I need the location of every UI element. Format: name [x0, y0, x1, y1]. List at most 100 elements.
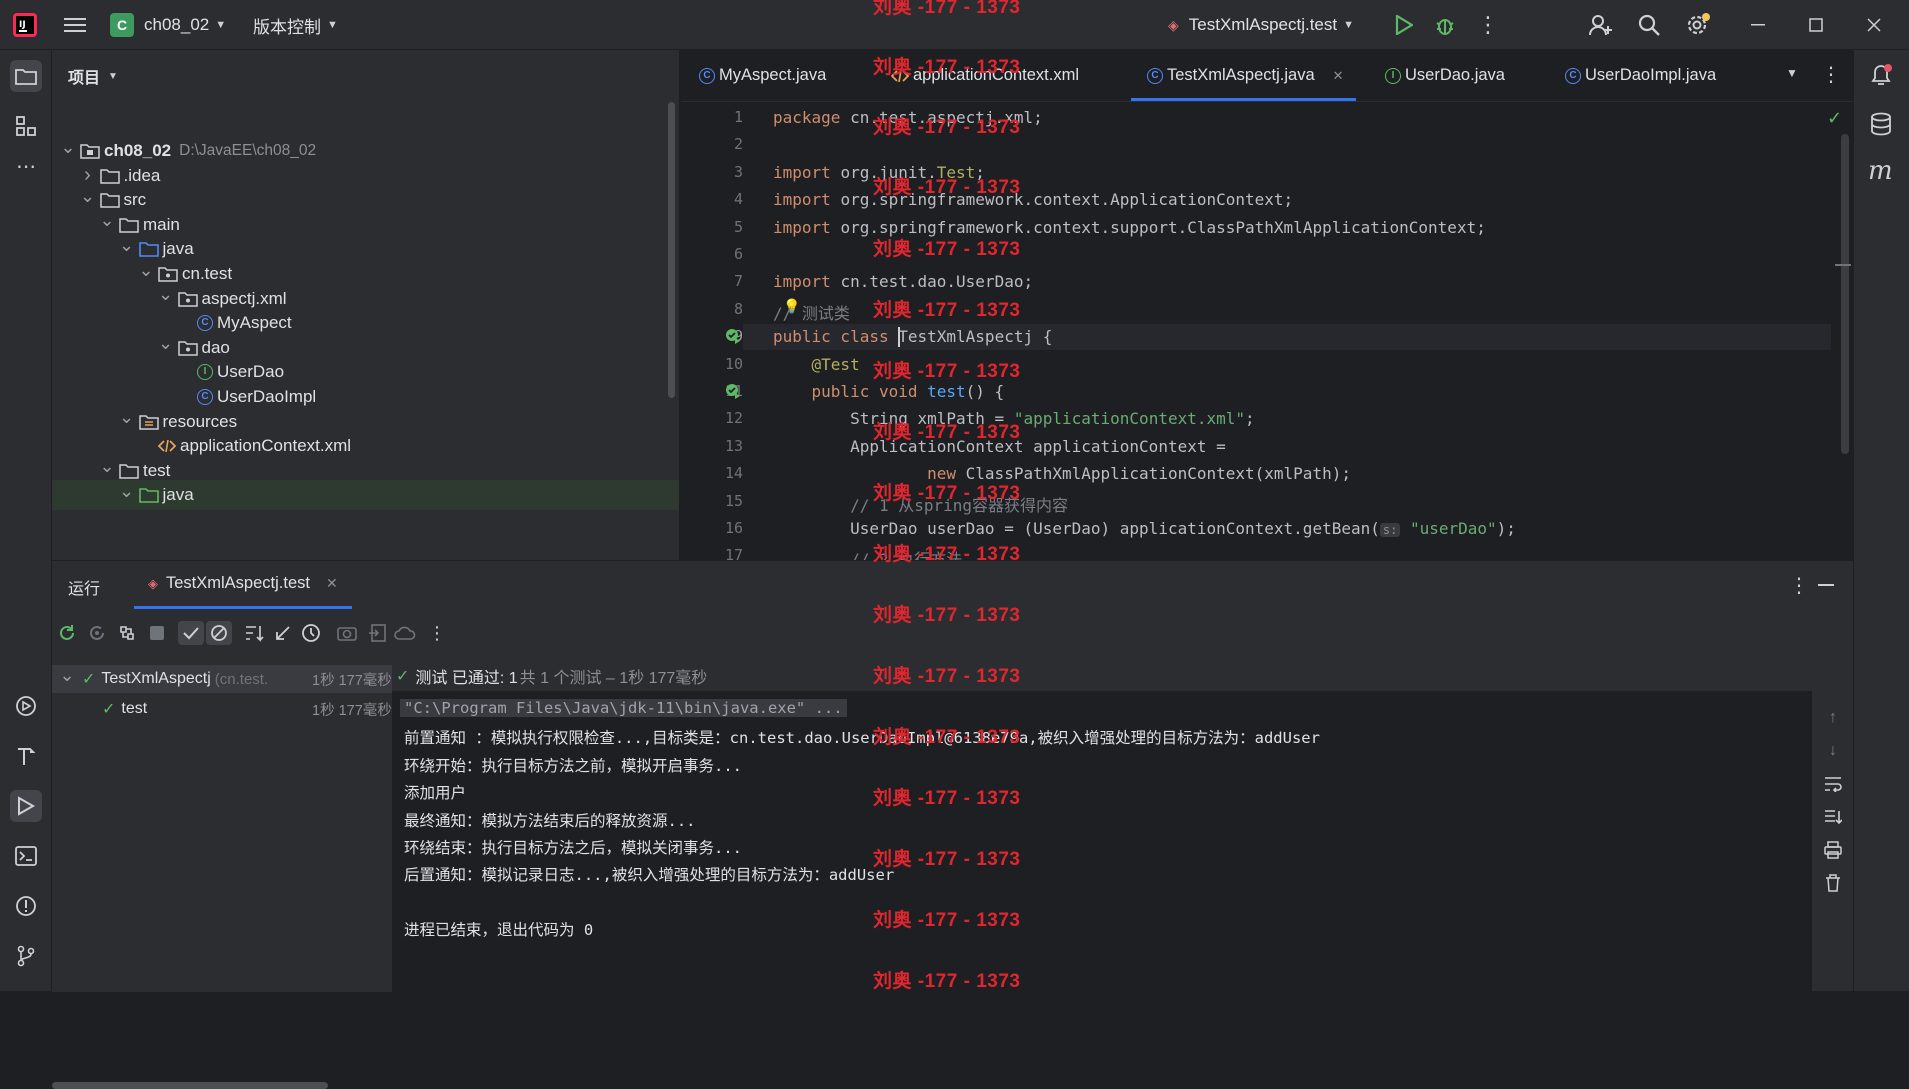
coverage-cloud-icon[interactable] [392, 621, 418, 645]
collapse-all-icon[interactable] [270, 621, 296, 645]
chevron-down-icon[interactable]: ⌄ [158, 333, 174, 354]
notifications-bell-icon[interactable] [1868, 62, 1894, 93]
chevron-down-icon[interactable]: ⌄ [60, 137, 76, 158]
chevron-down-icon[interactable]: ⌄ [99, 210, 115, 231]
test-tree-row[interactable]: ✓ test 1秒 177毫秒 [52, 695, 392, 723]
project-selector[interactable]: C ch08_02 ▼ [110, 0, 226, 50]
services-icon[interactable] [10, 690, 42, 722]
close-window-icon[interactable] [1864, 0, 1884, 50]
editor-scrollbar[interactable] [1841, 134, 1849, 454]
minimize-icon[interactable] [1748, 0, 1768, 50]
xml-file-icon [158, 438, 176, 454]
resources-folder-icon [138, 414, 159, 430]
clear-trash-icon[interactable] [1821, 871, 1845, 895]
tab-list-chevron-icon[interactable]: ▼ [1786, 66, 1798, 80]
line-number: 2 [733, 135, 743, 154]
tab-applicationcontext-xml[interactable]: applicationContext.xml [887, 50, 1079, 101]
scroll-up-icon[interactable]: ↑ [1821, 706, 1845, 730]
build-hammer-icon[interactable] [10, 740, 42, 772]
code-token: ; [975, 162, 985, 182]
project-panel-header[interactable]: 项目 ▼ [68, 64, 118, 88]
problems-icon[interactable] [10, 890, 42, 922]
main-menu-icon[interactable] [62, 0, 88, 50]
run-test-gutter-icon[interactable] [725, 328, 741, 349]
rerun-icon[interactable] [54, 621, 80, 645]
console-area[interactable]: ✓ 测试 已通过: 1 共 1 个测试 – 1秒 177毫秒 "C:\Progr… [392, 661, 1812, 992]
code-token: "userDao" [1400, 519, 1497, 538]
more-actions-icon[interactable]: ⋮ [1477, 0, 1499, 50]
test-duration: 1秒 177毫秒 [312, 668, 392, 690]
maven-m-icon[interactable]: m [1868, 156, 1893, 186]
stop-icon[interactable] [144, 621, 170, 645]
import-tests-icon[interactable] [364, 621, 390, 645]
camera-icon[interactable] [334, 621, 360, 645]
run-tool-icon[interactable] [10, 790, 42, 822]
chevron-down-icon[interactable]: ⌄ [80, 186, 96, 207]
sort-icon[interactable] [242, 621, 268, 645]
tab-more-icon[interactable]: ⋮ [1821, 62, 1841, 87]
chevron-down-icon[interactable]: ⌄ [138, 260, 154, 281]
folder-icon [119, 217, 139, 233]
test-tree-hscrollbar[interactable] [52, 1082, 328, 1089]
scroll-down-icon[interactable]: ↓ [1821, 739, 1845, 763]
structure-icon[interactable] [10, 110, 42, 142]
tab-userdaoimpl-java[interactable]: C UserDaoImpl.java [1561, 50, 1716, 101]
settings-gear-icon[interactable] [1684, 0, 1712, 50]
tree-scrollbar[interactable] [668, 102, 675, 398]
show-ignored-icon[interactable] [206, 621, 232, 645]
close-tab-icon[interactable]: ✕ [326, 575, 338, 592]
code-area[interactable]: 1 package cn.test.aspectj.xml; 2 3 import or… [681, 102, 1831, 560]
run-tab-label: TestXmlAspectj.test [166, 574, 310, 592]
run-panel-title: 运行 [68, 581, 101, 598]
run-config-selector[interactable]: ◈ TestXmlAspectj.test ▼ [1168, 0, 1354, 50]
tree-item-label: .idea [123, 165, 161, 185]
chevron-down-icon[interactable]: ⌄ [58, 665, 76, 686]
add-user-icon[interactable] [1587, 0, 1615, 50]
chevron-down-icon[interactable]: ⌄ [119, 235, 135, 256]
line-number: 3 [733, 162, 743, 181]
terminal-icon[interactable] [10, 840, 42, 872]
console-line: 前置通知 ：模拟执行权限检查...,目标类是：cn.test.dao.UserD… [404, 729, 1320, 748]
code-line: // 测试类 [773, 300, 850, 324]
run-icon[interactable] [1392, 0, 1416, 50]
run-panel-more-icon[interactable]: ⋮ [1789, 573, 1809, 598]
toggle-auto-test-icon[interactable] [114, 621, 140, 645]
database-icon[interactable] [1870, 112, 1892, 141]
editor-tab-bar: C MyAspect.java applicationContext.xml C Tes… [681, 50, 1853, 102]
chevron-down-icon[interactable]: ⌄ [99, 456, 115, 477]
vcs-menu[interactable]: 版本控制 ▼ [253, 0, 338, 50]
code-token: s: [1379, 523, 1401, 537]
tab-run-config[interactable]: ◈ TestXmlAspectj.test ✕ [134, 561, 352, 609]
rerun-failed-icon[interactable] [84, 621, 110, 645]
more-tools-icon[interactable]: ⋯ [10, 150, 42, 182]
test-tree-row[interactable]: ⌄ ✓ TestXmlAspectj (cn.test. 1秒 177毫秒 [52, 665, 392, 693]
scroll-to-end-icon[interactable] [1821, 805, 1845, 829]
chevron-down-icon[interactable]: ⌄ [158, 284, 174, 305]
run-test-gutter-icon[interactable] [725, 383, 741, 404]
show-passed-check-icon[interactable] [178, 621, 204, 645]
project-folder-icon[interactable] [10, 60, 42, 92]
soft-wrap-icon[interactable] [1821, 772, 1845, 796]
toolbar-more-icon[interactable]: ⋮ [424, 621, 450, 645]
tab-userdao-java[interactable]: I UserDao.java [1381, 50, 1505, 101]
chevron-down-icon[interactable]: ⌄ [119, 481, 135, 502]
debug-icon[interactable] [1432, 0, 1458, 50]
tree-item[interactable]: ⌄ java [52, 480, 679, 511]
line-number: 16 [724, 519, 743, 537]
tab-testxmlaspectj-java[interactable]: C TestXmlAspectj.java ✕ [1131, 50, 1356, 101]
print-icon[interactable] [1821, 838, 1845, 862]
hide-panel-icon[interactable] [1818, 584, 1834, 586]
line-number: 7 [733, 272, 743, 291]
git-branch-icon[interactable] [10, 940, 42, 972]
tree-item-label: main [143, 214, 180, 234]
chevron-down-icon[interactable]: ⌄ [119, 407, 135, 428]
maximize-icon[interactable] [1806, 0, 1826, 50]
tab-myaspect-java[interactable]: C MyAspect.java [695, 50, 826, 101]
chevron-right-icon[interactable]: › [80, 164, 96, 187]
package-icon [177, 291, 198, 307]
search-icon[interactable] [1636, 0, 1662, 50]
close-tab-icon[interactable]: ✕ [1333, 68, 1344, 84]
code-token: // 2 执行方法 [773, 550, 963, 560]
test-history-clock-icon[interactable] [298, 621, 324, 645]
